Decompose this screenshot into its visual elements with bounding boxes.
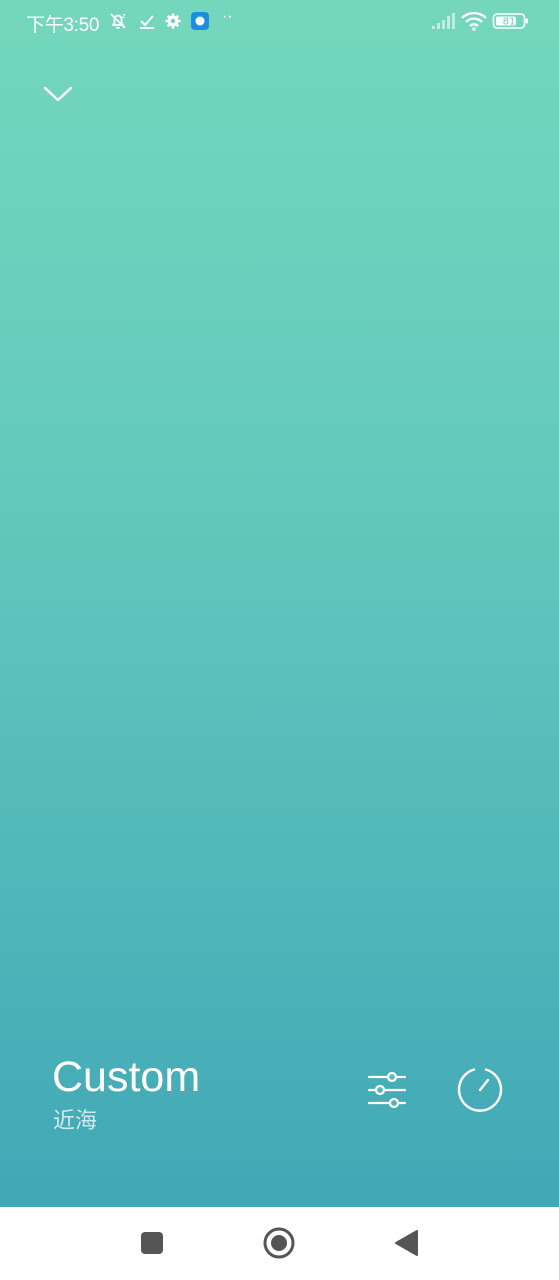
more-dots-icon: ·· xyxy=(222,8,233,25)
back-triangle-icon xyxy=(395,1230,418,1256)
signal-icon xyxy=(430,10,456,32)
scene-subtitle: 近海 xyxy=(53,1109,98,1134)
navigation-bar xyxy=(0,1207,559,1280)
battery-icon: 81 xyxy=(492,10,530,32)
battery-level: 81 xyxy=(503,17,516,28)
sound-scene-screen: 下午3:50 z ·· 81 Custom 近海 xyxy=(0,0,559,1207)
recents-square-icon xyxy=(141,1232,163,1254)
status-bar: 下午3:50 z ·· 81 xyxy=(0,0,559,42)
app-notification-icon xyxy=(190,10,210,32)
home-circle-icon xyxy=(263,1227,295,1259)
back-button[interactable] xyxy=(384,1221,428,1265)
adjust-mix-button[interactable] xyxy=(361,1064,413,1116)
scene-title: Custom xyxy=(52,1053,201,1101)
alarm-off-icon: z xyxy=(107,10,129,32)
timer-icon xyxy=(457,1068,503,1112)
settings-gear-icon xyxy=(164,10,182,32)
recents-button[interactable] xyxy=(130,1221,174,1265)
sliders-icon xyxy=(367,1071,407,1109)
status-time: 下午3:50 xyxy=(26,15,100,36)
checkmark-icon xyxy=(138,10,156,32)
collapse-button[interactable] xyxy=(36,76,80,112)
wifi-icon xyxy=(460,10,488,32)
svg-text:z: z xyxy=(122,12,126,20)
home-button[interactable] xyxy=(257,1221,301,1265)
chevron-down-icon xyxy=(43,86,73,102)
timer-button[interactable] xyxy=(454,1064,506,1116)
